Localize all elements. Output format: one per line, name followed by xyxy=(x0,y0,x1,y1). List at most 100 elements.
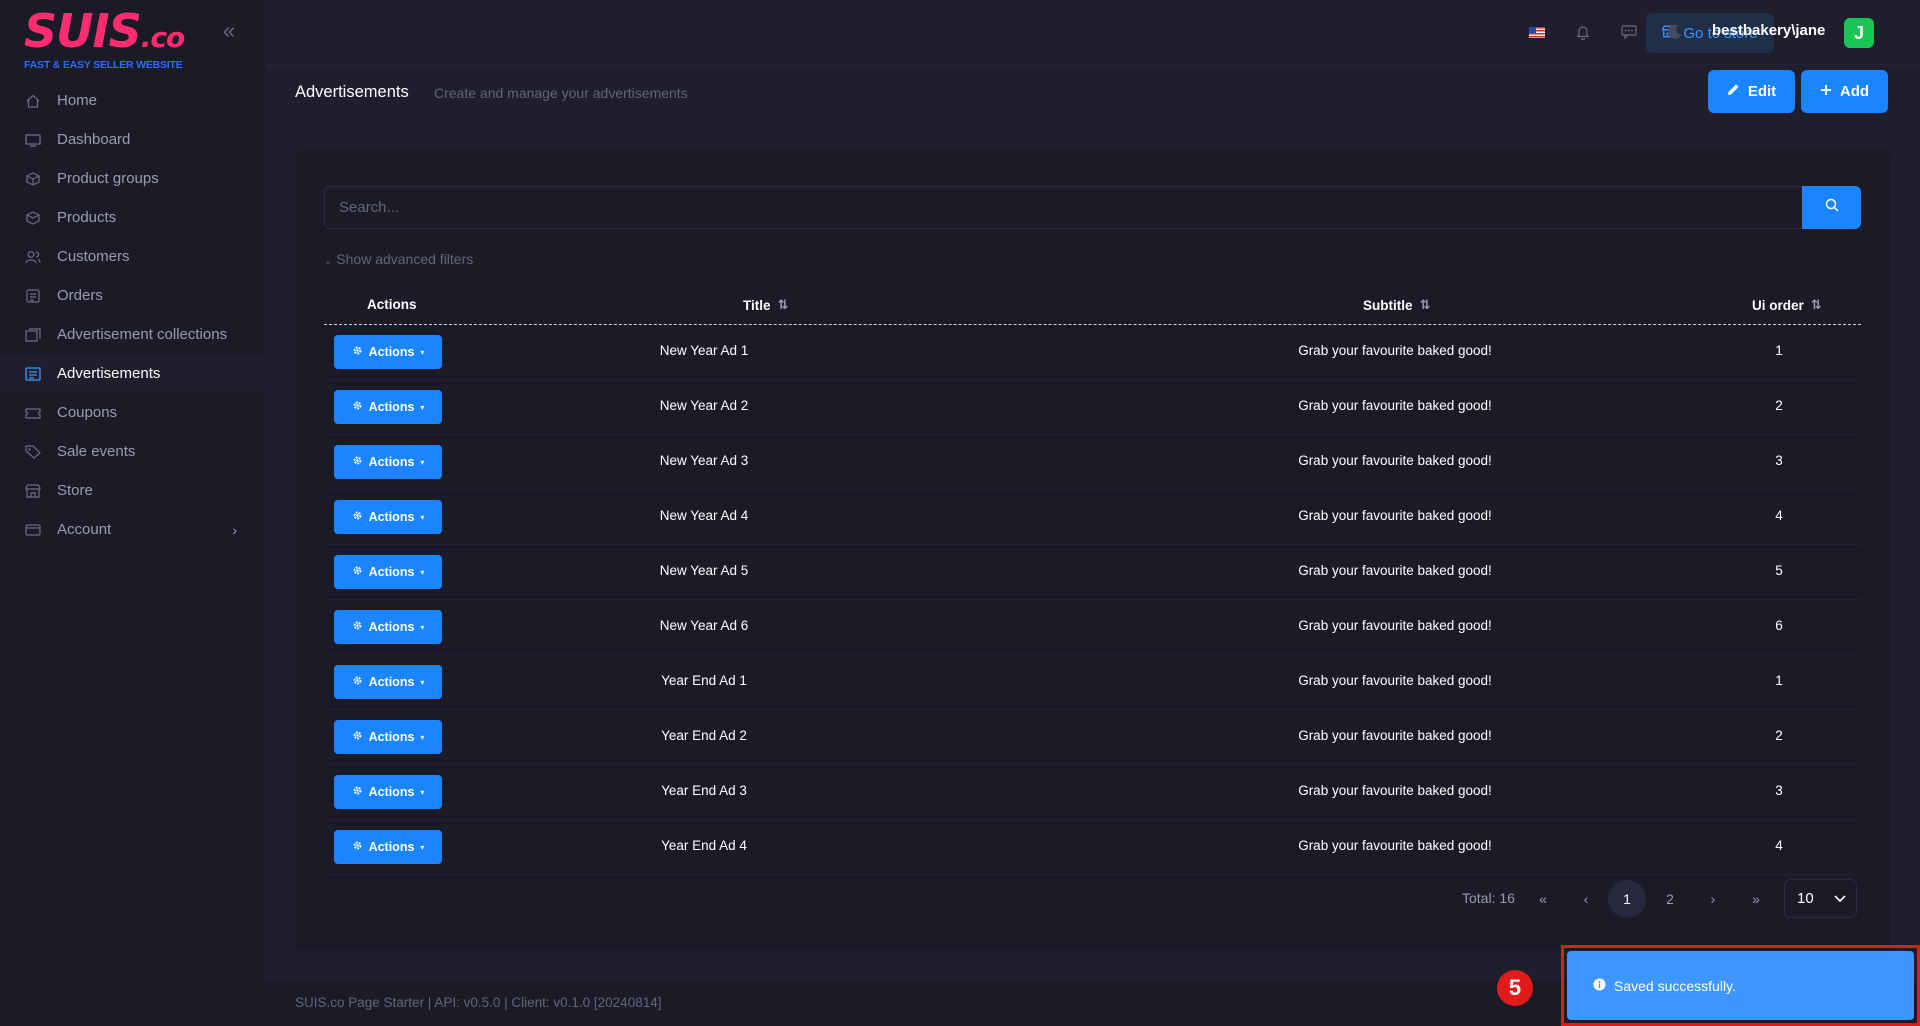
first-page-button[interactable]: « xyxy=(1524,880,1562,918)
cell-ui-order: 6 xyxy=(1775,618,1783,633)
cell-ui-order: 3 xyxy=(1775,453,1783,468)
caret-down-icon: ▾ xyxy=(420,732,425,742)
sidebar-item-label: Orders xyxy=(57,287,103,304)
cell-title: New Year Ad 2 xyxy=(659,398,749,413)
bell-icon[interactable] xyxy=(1573,22,1593,42)
cell-ui-order: 2 xyxy=(1775,728,1783,743)
cell-ui-order: 1 xyxy=(1775,673,1783,688)
sort-icon[interactable]: ⇅ xyxy=(778,297,789,313)
search-input[interactable] xyxy=(324,186,1805,229)
sidebar-item-label: Coupons xyxy=(57,404,118,421)
double-chevron-right-icon: » xyxy=(1752,891,1760,907)
dark-mode-moon-icon[interactable] xyxy=(1665,22,1685,42)
row-actions-button[interactable]: Actions ▾ xyxy=(334,665,442,699)
cell-subtitle: Grab your favourite baked good! xyxy=(1298,398,1492,413)
advanced-filters-toggle[interactable]: ⌄ Show advanced filters xyxy=(324,251,473,267)
page-size-select[interactable]: 10 xyxy=(1784,879,1857,918)
sort-icon[interactable]: ⇅ xyxy=(1420,297,1431,313)
sidebar-item-advertisements[interactable]: Advertisements xyxy=(0,354,265,393)
brand-logo[interactable]: SUIS.co FAST & EASY SELLER WEBSITE xyxy=(24,8,185,71)
cell-title: Year End Ad 3 xyxy=(661,783,747,798)
language-flag-icon[interactable] xyxy=(1527,22,1547,42)
row-actions-button[interactable]: Actions ▾ xyxy=(334,445,442,479)
table-row: Actions ▾ Year End Ad 1 Grab your favourite… xyxy=(324,655,1861,710)
sidebar-item-advertisement-collections[interactable]: Advertisement collections xyxy=(0,315,265,354)
column-label: Ui order xyxy=(1752,297,1804,313)
column-header-actions: Actions xyxy=(367,297,417,312)
gear-icon xyxy=(352,510,363,524)
sidebar-item-product-groups[interactable]: Product groups xyxy=(0,159,265,198)
actions-label: Actions xyxy=(368,455,415,469)
chat-icon[interactable] xyxy=(1619,22,1639,42)
row-actions-button[interactable]: Actions ▾ xyxy=(334,830,442,864)
gear-icon xyxy=(352,400,363,414)
cell-title: New Year Ad 3 xyxy=(659,453,749,468)
edit-button[interactable]: Edit xyxy=(1708,70,1795,113)
add-button[interactable]: Add xyxy=(1801,70,1888,113)
toast-message: Saved successfully. xyxy=(1614,977,1736,994)
table-body: Actions ▾ New Year Ad 1 Grab your favourite… xyxy=(324,325,1861,875)
sidebar-item-label: Product groups xyxy=(57,170,159,187)
actions-label: Actions xyxy=(368,620,415,634)
cell-title: New Year Ad 5 xyxy=(659,563,749,578)
caret-down-icon: ▾ xyxy=(420,347,425,357)
sidebar-item-home[interactable]: Home xyxy=(0,81,265,120)
row-actions-button[interactable]: Actions ▾ xyxy=(334,500,442,534)
column-header-title[interactable]: Title ⇅ xyxy=(743,297,788,313)
column-header-subtitle[interactable]: Subtitle ⇅ xyxy=(1363,297,1430,313)
sort-icon[interactable]: ⇅ xyxy=(1811,297,1822,313)
logo-text: SUIS xyxy=(24,4,142,58)
success-toast[interactable]: Saved successfully. xyxy=(1567,951,1914,1020)
row-actions-button[interactable]: Actions ▾ xyxy=(334,390,442,424)
row-actions-button[interactable]: Actions ▾ xyxy=(334,335,442,369)
sidebar-item-dashboard[interactable]: Dashboard xyxy=(0,120,265,159)
table-row: Actions ▾ New Year Ad 3 Grab your favourite… xyxy=(324,435,1861,490)
footer-version-text: SUIS.co Page Starter | API: v0.5.0 | Cli… xyxy=(295,995,662,1010)
annotation-marker: 5 xyxy=(1497,970,1533,1006)
table-row: Actions ▾ New Year Ad 2 Grab your favourite… xyxy=(324,380,1861,435)
sidebar: SUIS.co FAST & EASY SELLER WEBSITE « Hom… xyxy=(0,0,265,1026)
sidebar-item-label: Dashboard xyxy=(57,131,131,148)
sidebar-item-customers[interactable]: Customers xyxy=(0,237,265,276)
row-actions-button[interactable]: Actions ▾ xyxy=(334,555,442,589)
avatar[interactable]: J xyxy=(1844,18,1874,48)
row-actions-button[interactable]: Actions ▾ xyxy=(334,775,442,809)
cell-title: Year End Ad 1 xyxy=(661,673,747,688)
row-actions-button[interactable]: Actions ▾ xyxy=(334,720,442,754)
page-button[interactable]: 2 xyxy=(1651,880,1689,918)
sidebar-item-account[interactable]: Account › xyxy=(0,510,265,549)
column-label: Subtitle xyxy=(1363,297,1413,313)
account-icon xyxy=(25,523,41,537)
gear-icon xyxy=(352,565,363,579)
sidebar-item-label: Home xyxy=(57,92,98,109)
actions-label: Actions xyxy=(368,785,415,799)
users-icon xyxy=(25,250,41,264)
row-actions-button[interactable]: Actions ▾ xyxy=(334,610,442,644)
sidebar-item-store[interactable]: Store xyxy=(0,471,265,510)
prev-page-button[interactable]: ‹ xyxy=(1567,880,1605,918)
collapse-sidebar-icon[interactable]: « xyxy=(218,20,240,42)
cell-subtitle: Grab your favourite baked good! xyxy=(1298,563,1492,578)
sidebar-item-sale-events[interactable]: Sale events xyxy=(0,432,265,471)
table-row: Actions ▾ Year End Ad 2 Grab your favourite… xyxy=(324,710,1861,765)
cell-subtitle: Grab your favourite baked good! xyxy=(1298,728,1492,743)
sidebar-item-orders[interactable]: Orders xyxy=(0,276,265,315)
sidebar-item-products[interactable]: Products xyxy=(0,198,265,237)
last-page-button[interactable]: » xyxy=(1737,880,1775,918)
search-button[interactable] xyxy=(1802,186,1861,229)
table-row: Actions ▾ New Year Ad 4 Grab your favourite… xyxy=(324,490,1861,545)
page-button[interactable]: 1 xyxy=(1608,880,1646,918)
chevron-right-icon: › xyxy=(1710,891,1716,907)
cell-subtitle: Grab your favourite baked good! xyxy=(1298,838,1492,853)
caret-down-icon: ▾ xyxy=(420,512,425,522)
sidebar-item-label: Account xyxy=(57,521,112,538)
advertisements-card: ⌄ Show advanced filters Actions Title ⇅ S… xyxy=(295,150,1890,950)
gear-icon xyxy=(352,345,363,359)
next-page-button[interactable]: › xyxy=(1694,880,1732,918)
caret-down-icon: ▾ xyxy=(420,567,425,577)
cell-title: New Year Ad 4 xyxy=(659,508,749,523)
column-header-ui-order[interactable]: Ui order ⇅ xyxy=(1752,297,1822,313)
user-name[interactable]: bestbakery\jane xyxy=(1712,22,1825,39)
sidebar-item-coupons[interactable]: Coupons xyxy=(0,393,265,432)
sidebar-item-label: Sale events xyxy=(57,443,136,460)
